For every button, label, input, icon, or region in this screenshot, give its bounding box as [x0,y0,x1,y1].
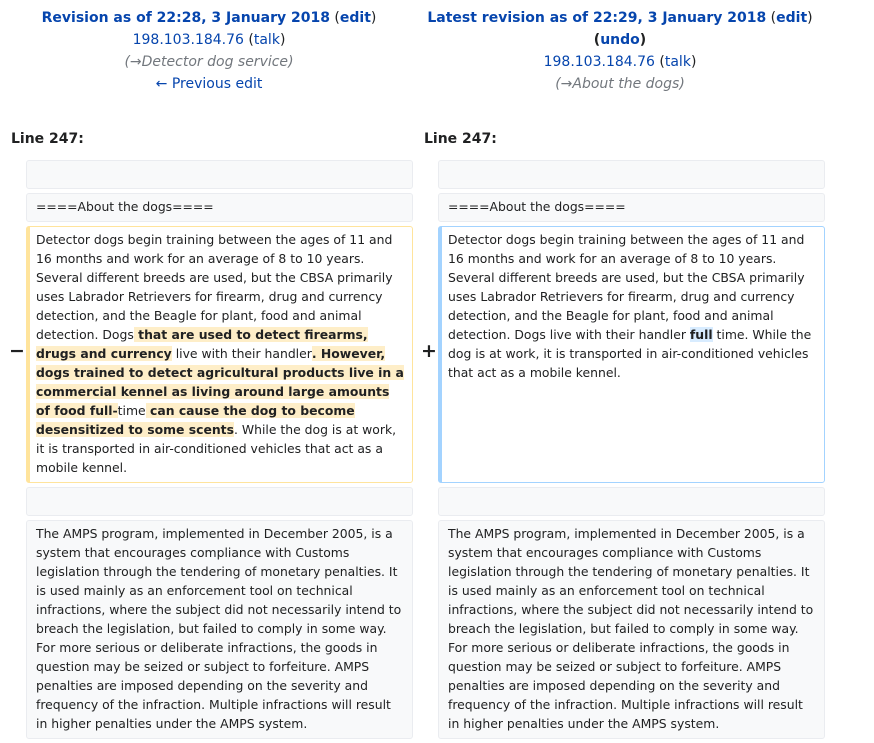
context-empty-line-left-2 [26,487,413,516]
old-talk-link[interactable]: talk [254,32,280,48]
undo-line: (undo) [411,29,829,51]
new-revision-header: Latest revision as of 22:29, 3 January 2… [411,7,829,95]
undo-link[interactable]: undo [600,32,640,48]
new-talk-link[interactable]: talk [665,54,691,70]
old-revision-title-line: Revision as of 22:28, 3 January 2018 (ed… [0,7,418,29]
old-user-link[interactable]: 198.103.184.76 [133,32,244,48]
old-edit-link[interactable]: edit [340,10,371,26]
new-user-link[interactable]: 198.103.184.76 [544,54,655,70]
minus-icon: − [9,340,25,362]
deleted-line: Detector dogs begin training between the… [26,226,413,483]
paren: ) [690,54,697,70]
old-revision-user-line: 198.103.184.76 (talk) [0,29,418,51]
added-text: Detector dogs begin training between the… [448,232,805,342]
context-empty-line-right [438,160,825,189]
paren: ) [279,32,286,48]
paren: ( [329,10,340,26]
deleted-text: time [117,403,146,418]
context-heading-right: ====About the dogs==== [438,193,825,222]
line-number-right: Line 247: [424,131,497,147]
old-revision-title-link[interactable]: Revision as of 22:28, 3 January 2018 [42,10,330,26]
paren: ) [370,10,377,26]
new-revision-title-line: Latest revision as of 22:29, 3 January 2… [411,7,829,29]
paren: ( [654,54,665,70]
plus-icon: + [421,340,437,362]
new-edit-summary: (→About the dogs) [411,73,829,95]
section-arrow-icon[interactable]: → [130,54,142,70]
new-revision-title-link[interactable]: Latest revision as of 22:29, 3 January 2… [427,10,766,26]
section-arrow-icon[interactable]: → [561,76,573,92]
paren: ( [243,32,254,48]
old-summary-text: Detector dog service [141,54,289,70]
old-edit-summary: (→Detector dog service) [0,51,418,73]
new-revision-user-line: 198.103.184.76 (talk) [411,51,829,73]
line-number-left: Line 247: [11,131,84,147]
context-heading-left: ====About the dogs==== [26,193,413,222]
context-empty-line-right-2 [438,487,825,516]
new-summary-text: About the dogs [572,76,680,92]
paren: ) [679,76,685,92]
deleted-text: Detector dogs begin training between the… [36,232,393,342]
previous-edit-link[interactable]: ← Previous edit [156,76,263,92]
context-amps-paragraph-right: The AMPS program, implemented in Decembe… [438,520,825,739]
paren: ) [288,54,294,70]
old-revision-header: Revision as of 22:28, 3 January 2018 (ed… [0,7,418,95]
added-change: full [689,327,713,342]
paren: ) [807,10,813,26]
added-line: Detector dogs begin training between the… [438,226,825,483]
context-amps-paragraph-left: The AMPS program, implemented in Decembe… [26,520,413,739]
paren: ) [639,32,647,48]
new-edit-link[interactable]: edit [776,10,807,26]
paren: ( [766,10,777,26]
deleted-text: live with their handler [171,346,312,361]
context-empty-line-left [26,160,413,189]
